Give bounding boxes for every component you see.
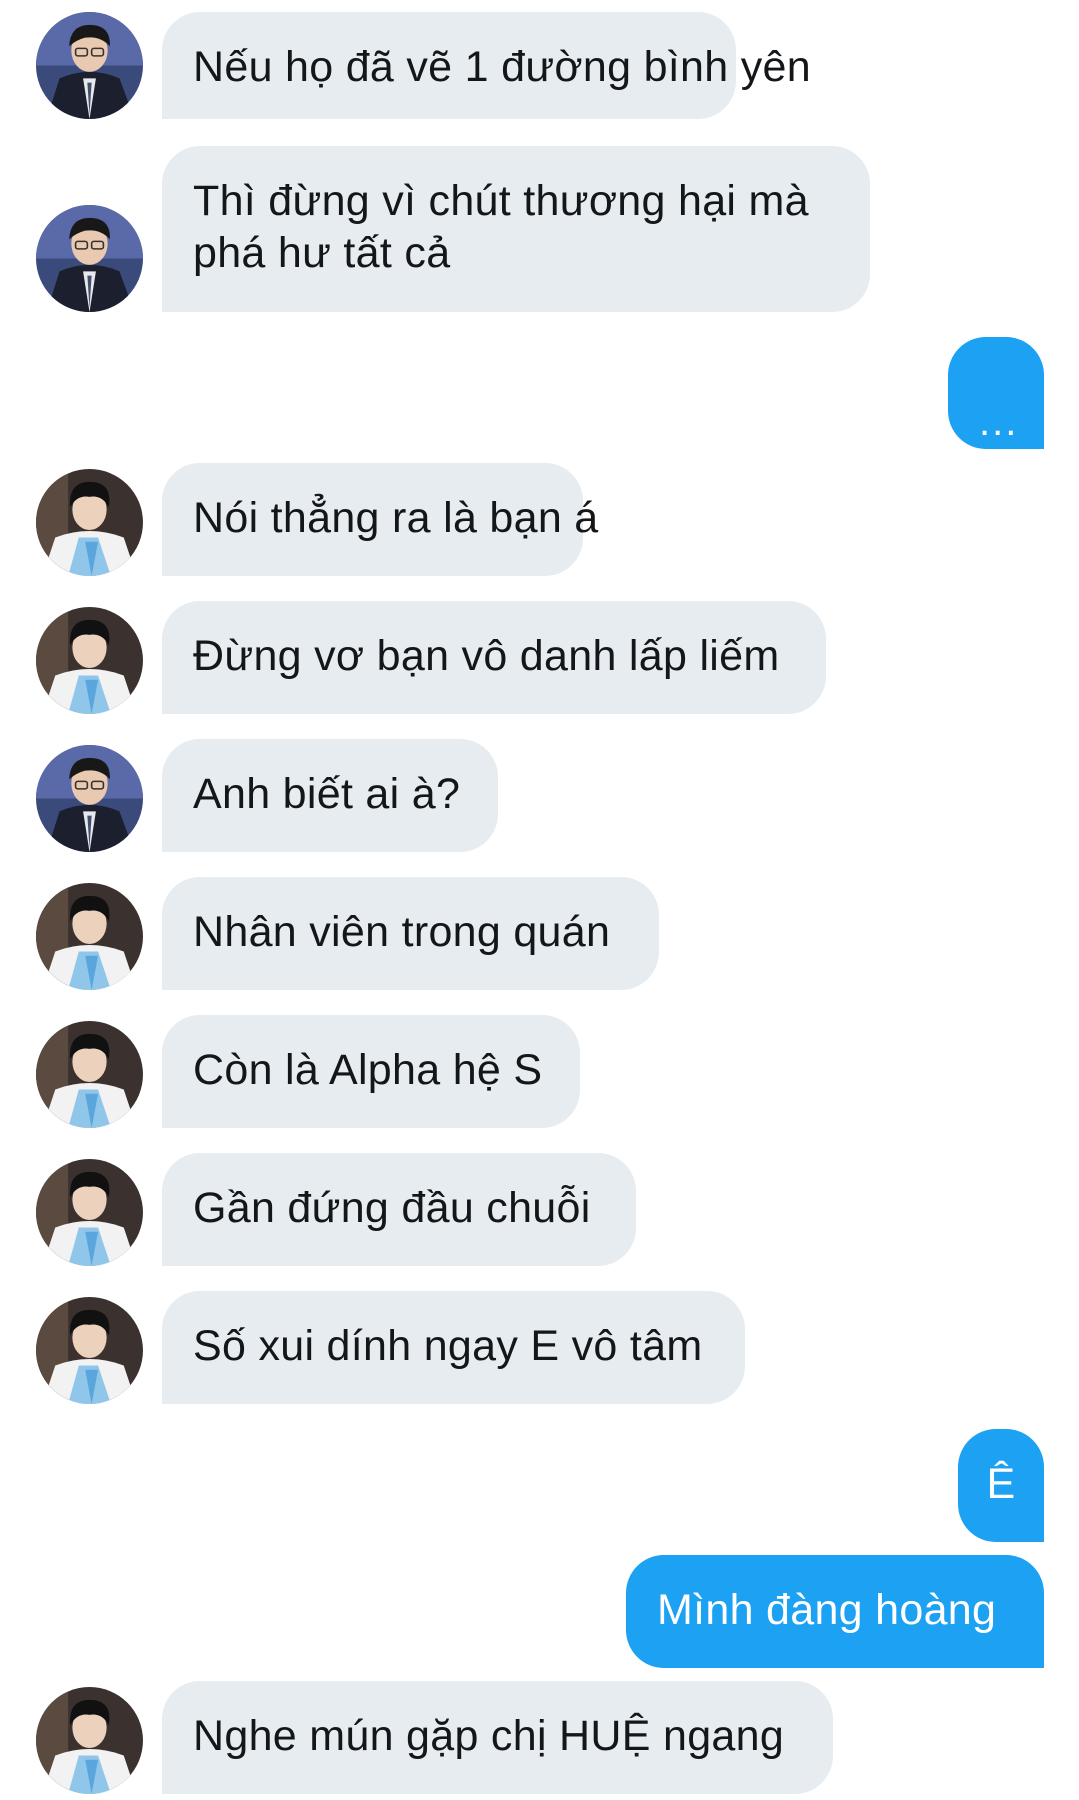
avatar-hanbok-image bbox=[36, 883, 143, 990]
avatar[interactable] bbox=[36, 1021, 143, 1128]
conversation-thread: Nếu họ đã vẽ 1 đường bình yên Thì đừng v… bbox=[0, 0, 1079, 1800]
avatar[interactable] bbox=[36, 1159, 143, 1266]
avatar-hanbok-image bbox=[36, 1297, 143, 1404]
avatar[interactable] bbox=[36, 12, 143, 119]
message-text: Anh biết ai à? bbox=[193, 770, 461, 818]
avatar-suit-image bbox=[36, 745, 143, 852]
avatar-suit-image bbox=[36, 205, 143, 312]
message-text: Nhân viên trong quán bbox=[193, 908, 611, 956]
message-bubble-incoming[interactable]: Còn là Alpha hệ S bbox=[162, 1015, 580, 1128]
message-bubble-incoming[interactable]: Anh biết ai à? bbox=[162, 739, 498, 852]
avatar[interactable] bbox=[36, 1687, 143, 1794]
message-text: Ê bbox=[986, 1460, 1016, 1508]
avatar[interactable] bbox=[36, 607, 143, 714]
message-bubble-incoming[interactable]: Số xui dính ngay E vô tâm bbox=[162, 1291, 745, 1404]
message-text: ... bbox=[979, 400, 1019, 444]
message-text: Đừng vơ bạn vô danh lấp liếm bbox=[193, 632, 780, 680]
message-bubble-outgoing[interactable]: Mình đàng hoàng bbox=[626, 1555, 1044, 1668]
avatar-hanbok-image bbox=[36, 469, 143, 576]
message-bubble-incoming[interactable]: Gần đứng đầu chuỗi bbox=[162, 1153, 636, 1266]
avatar-hanbok-image bbox=[36, 1687, 143, 1794]
avatar-hanbok-image bbox=[36, 1159, 143, 1266]
message-text: Mình đàng hoàng bbox=[657, 1586, 997, 1634]
message-bubble-incoming[interactable]: Nghe mún gặp chị HUỆ ngang bbox=[162, 1681, 833, 1794]
avatar-hanbok-image bbox=[36, 607, 143, 714]
message-text: Thì đừng vì chút thương hại mà phá hư tấ… bbox=[193, 177, 809, 277]
message-text: Gần đứng đầu chuỗi bbox=[193, 1184, 591, 1232]
message-bubble-incoming[interactable]: Đừng vơ bạn vô danh lấp liếm bbox=[162, 601, 826, 714]
message-text: Còn là Alpha hệ S bbox=[193, 1046, 543, 1094]
avatar-hanbok-image bbox=[36, 1021, 143, 1128]
message-bubble-incoming[interactable]: Nói thẳng ra là bạn á bbox=[162, 463, 598, 576]
avatar[interactable] bbox=[36, 745, 143, 852]
message-bubble-incoming[interactable]: Thì đừng vì chút thương hại mà phá hư tấ… bbox=[162, 146, 870, 312]
message-bubble-incoming[interactable]: Nếu họ đã vẽ 1 đường bình yên bbox=[162, 12, 811, 119]
message-bubble-outgoing[interactable]: ... bbox=[948, 337, 1044, 449]
avatar-suit-image bbox=[36, 12, 143, 119]
message-bubble-incoming[interactable]: Nhân viên trong quán bbox=[162, 877, 659, 990]
avatar[interactable] bbox=[36, 1297, 143, 1404]
message-bubble-outgoing[interactable]: Ê bbox=[958, 1429, 1044, 1542]
avatar[interactable] bbox=[36, 883, 143, 990]
message-text: Nếu họ đã vẽ 1 đường bình yên bbox=[193, 43, 811, 91]
message-text: Số xui dính ngay E vô tâm bbox=[193, 1322, 703, 1370]
message-text: Nói thẳng ra là bạn á bbox=[193, 494, 599, 542]
avatar[interactable] bbox=[36, 205, 143, 312]
message-text: Nghe mún gặp chị HUỆ ngang bbox=[193, 1712, 785, 1760]
avatar[interactable] bbox=[36, 469, 143, 576]
